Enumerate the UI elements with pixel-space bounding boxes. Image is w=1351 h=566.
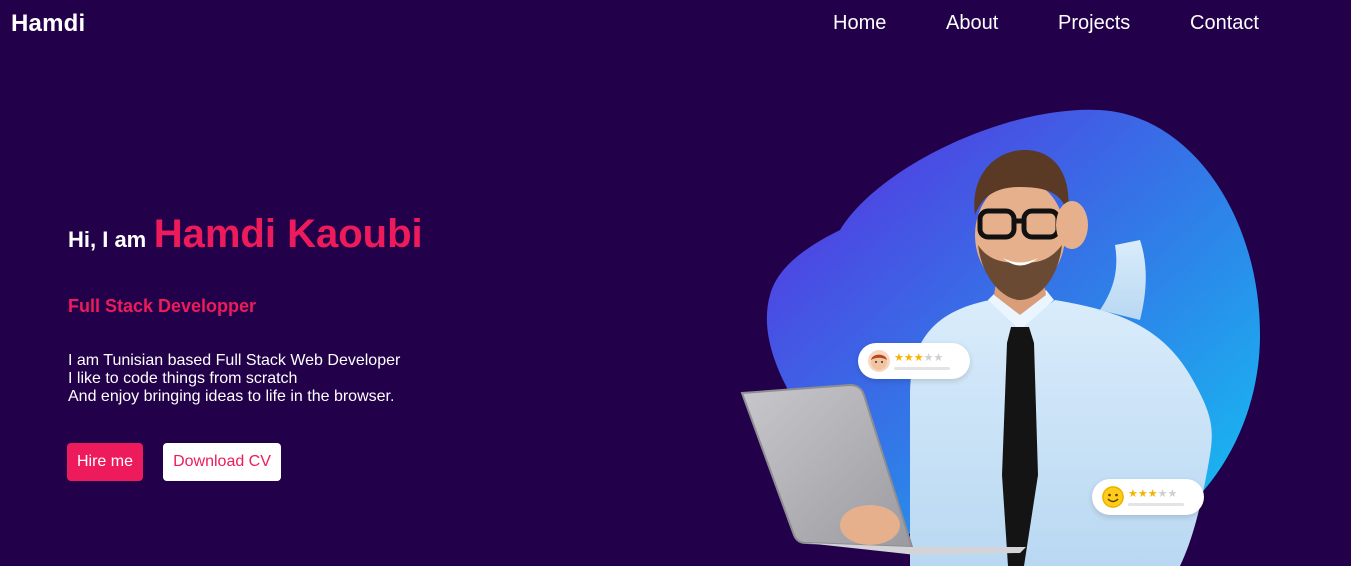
star-icon: ★ — [903, 351, 914, 364]
review-line — [1128, 502, 1184, 506]
hero-greeting: Hi, I am — [68, 227, 147, 252]
star-icon: ★ — [1167, 487, 1178, 500]
main-nav: Home About Projects Contact — [0, 12, 1351, 36]
review-card-body: ★★★★★ — [1128, 487, 1184, 506]
nav-contact-link[interactable]: Contact — [1190, 12, 1259, 35]
review-line — [894, 366, 950, 370]
hire-me-button[interactable]: Hire me — [67, 443, 143, 481]
star-icon: ★ — [1137, 487, 1148, 500]
person-holding-hand — [840, 505, 900, 545]
star-icon: ★ — [923, 351, 934, 364]
review-card-body: ★★★★★ — [894, 351, 950, 370]
hero-bio: I am Tunisian based Full Stack Web Devel… — [68, 352, 400, 406]
download-cv-button[interactable]: Download CV — [163, 443, 281, 481]
nav-about-link[interactable]: About — [946, 12, 998, 35]
star-icon: ★ — [1157, 487, 1168, 500]
hero-heading: Hi, I am Hamdi Kaoubi — [68, 212, 423, 257]
nav-home-link[interactable]: Home — [833, 12, 886, 35]
star-icon: ★ — [1147, 487, 1158, 500]
hero-bio-line: And enjoy bringing ideas to life in the … — [68, 388, 395, 405]
page: Hamdi Home About Projects Contact Hi, I … — [0, 0, 1351, 566]
person-hand — [1056, 201, 1088, 249]
hero-bio-line: I am Tunisian based Full Stack Web Devel… — [68, 352, 401, 369]
star-icon: ★ — [1128, 487, 1138, 500]
hero-name: Hamdi Kaoubi — [153, 212, 423, 256]
nav-projects-link[interactable]: Projects — [1058, 12, 1130, 35]
hero-bio-line: I like to code things from scratch — [68, 370, 298, 387]
smiley-avatar-icon — [1102, 486, 1124, 508]
star-icon: ★ — [894, 351, 904, 364]
review-card: ★★★★★ — [1092, 479, 1204, 515]
star-rating: ★★★★★ — [1128, 487, 1184, 500]
star-rating: ★★★★★ — [894, 351, 950, 364]
hero-role: Full Stack Developper — [68, 296, 257, 316]
boy-avatar-icon — [868, 350, 890, 372]
star-icon: ★ — [933, 351, 944, 364]
star-icon: ★ — [913, 351, 924, 364]
review-card: ★★★★★ — [858, 343, 970, 379]
